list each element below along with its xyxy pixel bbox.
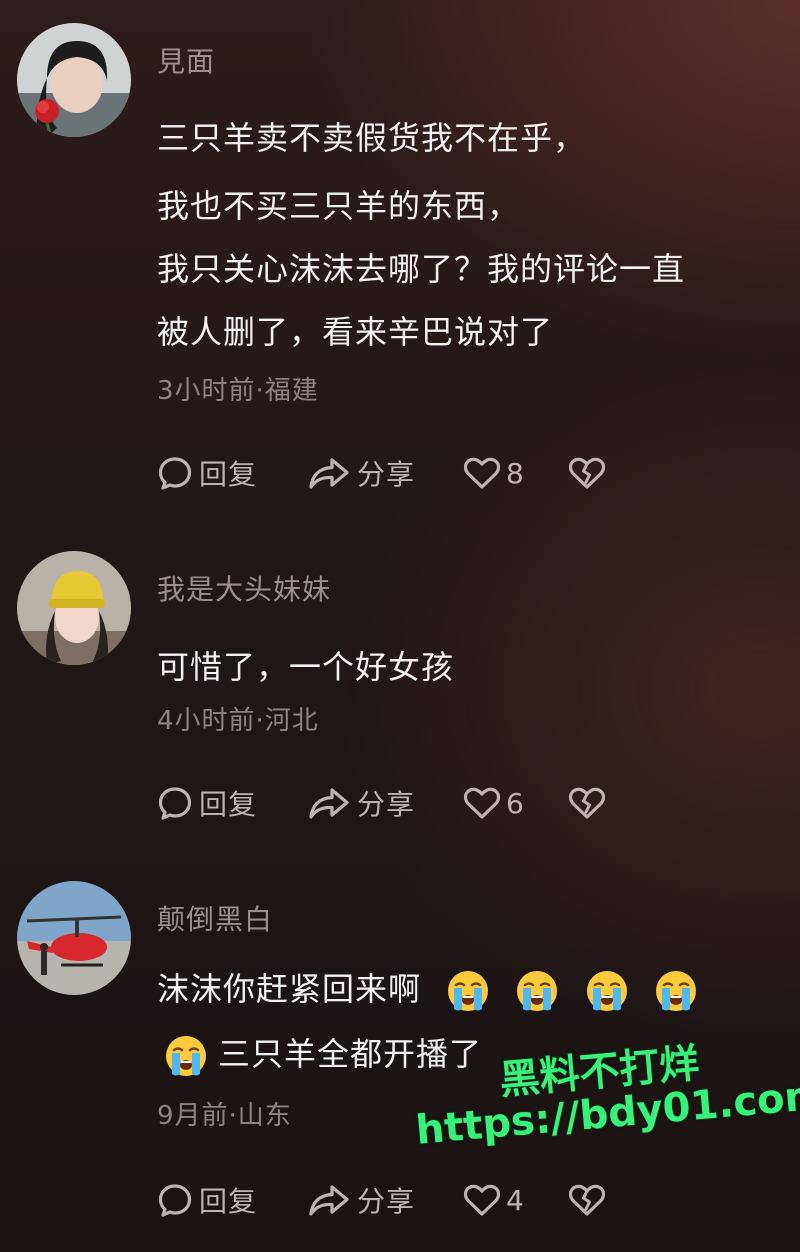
comment-text-line: 沫沫你赶紧回来啊 <box>157 964 698 1013</box>
loudly-crying-face-icon <box>585 969 629 1013</box>
reply-label: 回复 <box>199 458 258 491</box>
comment-icon <box>157 785 193 821</box>
broken-heart-icon <box>567 455 607 491</box>
loudly-crying-face-icon <box>515 969 559 1013</box>
share-button[interactable]: 分享 <box>307 453 462 493</box>
comment-text-line: 我也不买三只羊的东西， <box>157 187 521 225</box>
dislike-button[interactable] <box>567 785 607 821</box>
share-label: 分享 <box>357 1185 416 1218</box>
like-button[interactable]: 6 <box>462 785 567 821</box>
username[interactable]: 我是大头妹妹 <box>157 568 331 608</box>
broken-heart-icon <box>567 785 607 821</box>
like-button[interactable]: 4 <box>462 1182 567 1218</box>
comment-icon <box>157 1182 193 1218</box>
share-icon <box>307 1182 351 1218</box>
comment-text-line: 可惜了，一个好女孩 <box>157 648 455 686</box>
reply-button[interactable]: 回复 <box>157 453 307 493</box>
comment-meta: 4小时前·河北 <box>157 706 319 736</box>
avatar[interactable] <box>17 551 131 665</box>
like-count: 6 <box>506 786 525 820</box>
loudly-crying-face-icon <box>654 969 698 1013</box>
like-button[interactable]: 8 <box>462 455 567 491</box>
comment-actions: 回复 分享 8 <box>157 451 607 495</box>
heart-icon <box>462 785 502 821</box>
broken-heart-icon <box>567 1182 607 1218</box>
comment-meta: 3小时前·福建 <box>157 376 319 406</box>
loudly-crying-face-icon <box>164 1034 208 1078</box>
comment-text: 三只羊全都开播了 <box>218 1035 483 1073</box>
like-count: 4 <box>506 1183 525 1217</box>
share-button[interactable]: 分享 <box>307 783 462 823</box>
share-icon <box>307 455 351 491</box>
comment-text-line: 被人删了，看来辛巴说对了 <box>157 313 554 351</box>
heart-icon <box>462 1182 502 1218</box>
comment-meta: 9月前·山东 <box>157 1101 292 1131</box>
comment-text-line: 三只羊卖不卖假货我不在乎， <box>157 119 587 157</box>
loudly-crying-face-icon <box>446 969 490 1013</box>
share-icon <box>307 785 351 821</box>
username[interactable]: 颠倒黑白 <box>157 898 273 938</box>
comment-text-line: 我只关心沫沫去哪了？我的评论一直 <box>157 250 686 288</box>
comment-text: 沫沫你赶紧回来啊 <box>157 970 422 1008</box>
comment-text-line: 三只羊全都开播了 <box>164 1029 482 1078</box>
reply-button[interactable]: 回复 <box>157 1180 307 1220</box>
share-label: 分享 <box>357 458 416 491</box>
dislike-button[interactable] <box>567 455 607 491</box>
reply-button[interactable]: 回复 <box>157 783 307 823</box>
like-count: 8 <box>506 456 525 490</box>
share-label: 分享 <box>357 788 416 821</box>
username[interactable]: 見面 <box>157 40 215 80</box>
reply-label: 回复 <box>199 788 258 821</box>
share-button[interactable]: 分享 <box>307 1180 462 1220</box>
comment-actions: 回复 分享 4 <box>157 1178 607 1222</box>
comment-actions: 回复 分享 6 <box>157 781 607 825</box>
dislike-button[interactable] <box>567 1182 607 1218</box>
heart-icon <box>462 455 502 491</box>
avatar[interactable] <box>17 881 131 995</box>
avatar[interactable] <box>17 23 131 137</box>
reply-label: 回复 <box>199 1185 258 1218</box>
comment-icon <box>157 455 193 491</box>
